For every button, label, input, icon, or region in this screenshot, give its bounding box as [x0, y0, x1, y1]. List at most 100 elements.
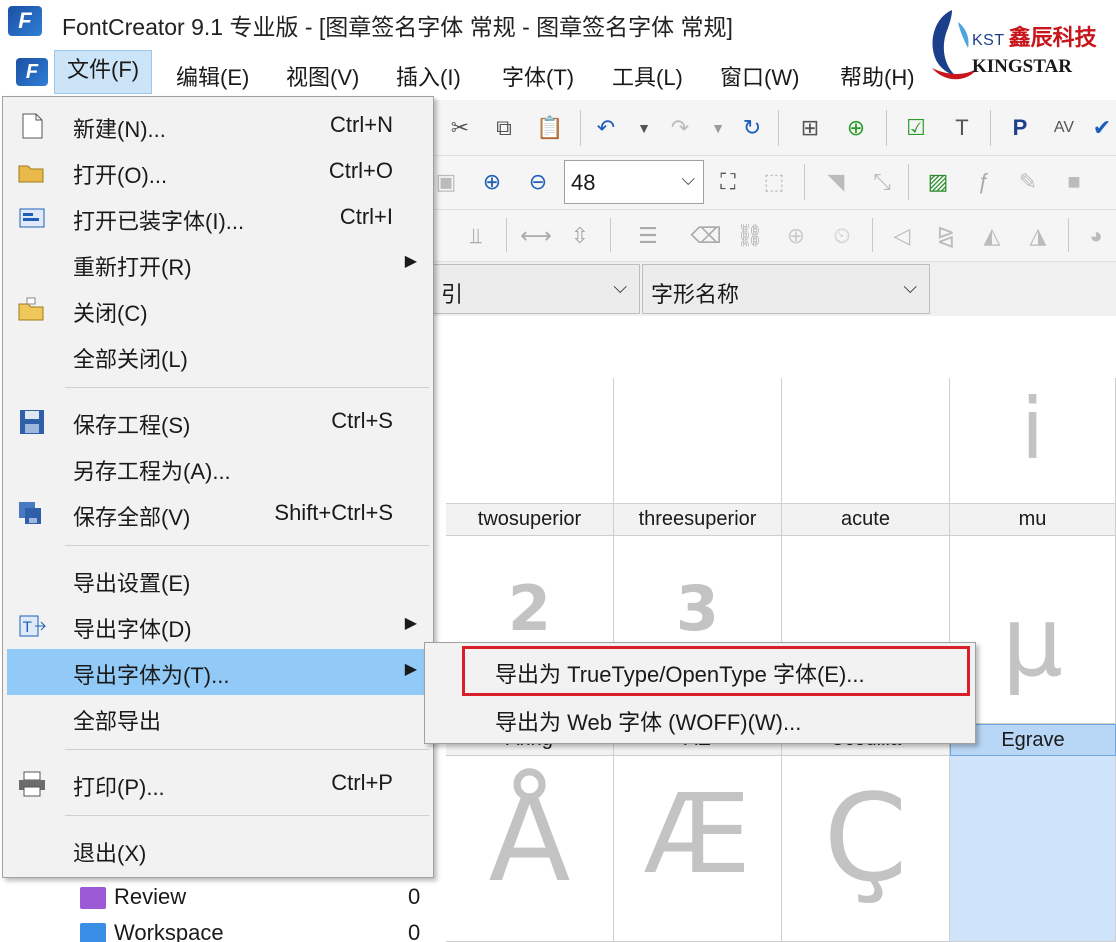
zoom-combo[interactable]: 48 ⌵ [564, 160, 704, 204]
zoom-selection-icon[interactable]: ⬚ [760, 168, 788, 196]
pointer-icon[interactable]: ◥ [822, 168, 850, 196]
export-font-icon: T [17, 612, 47, 640]
svg-text:T: T [22, 620, 32, 636]
menu-item-open[interactable]: 打开(O)... Ctrl+O [7, 149, 431, 195]
preview-icon[interactable]: P [1006, 114, 1034, 142]
tree-item-workspace[interactable]: Workspace [80, 920, 224, 942]
distribute-v-icon[interactable]: ⇳ [566, 222, 594, 250]
undo-icon[interactable]: ↶ [592, 114, 620, 142]
chevron-down-icon: ⌵ [903, 277, 917, 297]
glyph-label: twosuperior [446, 504, 614, 536]
distribute-h-icon[interactable]: ⟷ [520, 222, 552, 250]
save-icon [17, 408, 47, 436]
kerning-icon[interactable]: AV [1050, 114, 1078, 142]
glyph-cell-selected[interactable] [950, 756, 1116, 942]
mirror-icon[interactable]: ⧎ [932, 222, 960, 250]
menu-view[interactable]: 视图(V) [280, 58, 365, 94]
brand-name-en: KINGSTAR [972, 56, 1072, 77]
menu-tools[interactable]: 工具(L) [606, 58, 689, 94]
menu-edit[interactable]: 编辑(E) [170, 58, 255, 94]
menu-font[interactable]: 字体(T) [496, 58, 580, 94]
function-icon[interactable]: ƒ [970, 168, 998, 196]
zoom-out-icon[interactable]: ⊖ [524, 168, 552, 196]
check-icon[interactable]: ✔ [1088, 114, 1116, 142]
menu-item-export-all[interactable]: 全部导出 [7, 695, 431, 741]
zoom-value: 48 [571, 170, 596, 195]
glyph-char: i [1020, 380, 1045, 478]
validate-icon[interactable]: ☑ [902, 114, 930, 142]
submenu-arrow-icon: ▶ [404, 615, 417, 632]
rectangle-icon[interactable]: ■ [1060, 168, 1088, 196]
tree-item-count: 0 [408, 920, 421, 942]
document-icon[interactable]: F [16, 58, 48, 86]
skew-icon[interactable]: ◭ [978, 222, 1006, 250]
copy-icon[interactable]: ⧉ [490, 114, 518, 142]
kingstar-logo: KST 鑫辰科技 KINGSTAR [922, 6, 1112, 90]
menu-item-export-font[interactable]: T 导出字体(D) ▶ [7, 603, 431, 649]
rotate-icon[interactable]: ◮ [1024, 222, 1052, 250]
tree-item-label: Review [114, 884, 187, 909]
tree-item-review[interactable]: Review [80, 884, 186, 910]
list-icon[interactable]: ☰ [634, 222, 662, 250]
menu-help[interactable]: 帮助(H) [834, 58, 921, 94]
add-glyph-plus-icon[interactable]: ⊕ [842, 114, 870, 142]
zoom-in-icon[interactable]: ⊕ [478, 168, 506, 196]
glyph-cell[interactable] [446, 378, 614, 504]
annotation-highlight-box [462, 646, 970, 696]
menu-item-reopen[interactable]: 重新打开(R) ▶ [7, 241, 431, 287]
menu-item-save-project-as[interactable]: 另存工程为(A)... [7, 445, 431, 491]
glyph-cell[interactable]: Ç [782, 756, 950, 942]
redo-dropdown-icon[interactable]: ▼ [704, 114, 732, 142]
menu-item-save-project[interactable]: 保存工程(S) Ctrl+S [7, 399, 431, 445]
shape-icon[interactable]: ◕ [1082, 222, 1110, 250]
font-properties-icon[interactable]: T [948, 114, 976, 142]
cut-icon[interactable]: ✂ [446, 114, 474, 142]
glyph-cell[interactable] [614, 378, 782, 504]
node-icon[interactable]: ⤡ [868, 168, 896, 196]
glyph-cell[interactable] [782, 378, 950, 504]
file-menu: 新建(N)... Ctrl+N 打开(O)... Ctrl+O 打开已装字体(I… [2, 96, 434, 878]
link-icon[interactable]: ⛓ [736, 222, 764, 250]
menu-item-export-woff[interactable]: 导出为 Web 字体 (WOFF)(W)... [495, 705, 801, 737]
menu-insert[interactable]: 插入(I) [390, 58, 467, 94]
window-title: FontCreator 9.1 专业版 - [图章签名字体 常规 - 图章签名字… [62, 14, 733, 40]
add-glyph-icon[interactable]: ⊞ [796, 114, 824, 142]
menu-separator [65, 815, 429, 816]
image-icon[interactable]: ▣ [432, 168, 460, 196]
index-combo[interactable]: 引 ⌵ [432, 264, 640, 314]
flag-icon [80, 923, 106, 942]
undo-dropdown-icon[interactable]: ▼ [630, 114, 658, 142]
pen-icon[interactable]: ✎ [1014, 168, 1042, 196]
refresh-icon[interactable]: ↻ [738, 114, 766, 142]
menu-item-exit[interactable]: 退出(X) [7, 827, 431, 873]
flip-icon[interactable]: ◁ [888, 222, 916, 250]
background-image-icon[interactable]: ▨ [924, 168, 952, 196]
menu-file[interactable]: 文件(F) [54, 50, 153, 94]
menu-item-print[interactable]: 打印(P)... Ctrl+P [7, 761, 431, 807]
menu-window[interactable]: 窗口(W) [714, 58, 805, 94]
menu-item-close[interactable]: 关闭(C) [7, 287, 431, 333]
menu-item-close-all[interactable]: 全部关闭(L) [7, 333, 431, 379]
add-component-icon[interactable]: ⊕ [782, 222, 810, 250]
menu-item-open-installed[interactable]: 打开已装字体(I)... Ctrl+I [7, 195, 431, 241]
paste-icon[interactable]: 📋 [536, 114, 564, 142]
brand-name-cn: 鑫辰科技 [1008, 25, 1097, 50]
glyph-label: threesuperior [614, 504, 782, 536]
menu-item-export-font-as[interactable]: 导出字体为(T)... ▶ [7, 649, 431, 695]
redo-icon[interactable]: ↷ [666, 114, 694, 142]
save-all-icon [17, 500, 47, 528]
menu-item-save-all[interactable]: 保存全部(V) Shift+Ctrl+S [7, 491, 431, 537]
folder-open-icon [17, 158, 47, 186]
glyph-char: 2 [507, 572, 552, 645]
glyph-cell[interactable]: Æ [614, 756, 782, 942]
align-bottom-icon[interactable]: ⫫ [462, 222, 490, 250]
fit-icon[interactable]: ⛶ [714, 168, 742, 196]
glyph-cell[interactable]: i [950, 378, 1116, 504]
menu-item-new[interactable]: 新建(N)... Ctrl+N [7, 103, 431, 149]
glyph-name-combo[interactable]: 字形名称 ⌵ [642, 264, 930, 314]
glyph-cell[interactable]: Å [446, 756, 614, 942]
menu-item-export-settings[interactable]: 导出设置(E) [7, 557, 431, 603]
menu-separator [65, 545, 429, 546]
eraser-icon[interactable]: ⌫ [690, 222, 721, 250]
timer-icon[interactable]: ⏲ [828, 222, 856, 250]
